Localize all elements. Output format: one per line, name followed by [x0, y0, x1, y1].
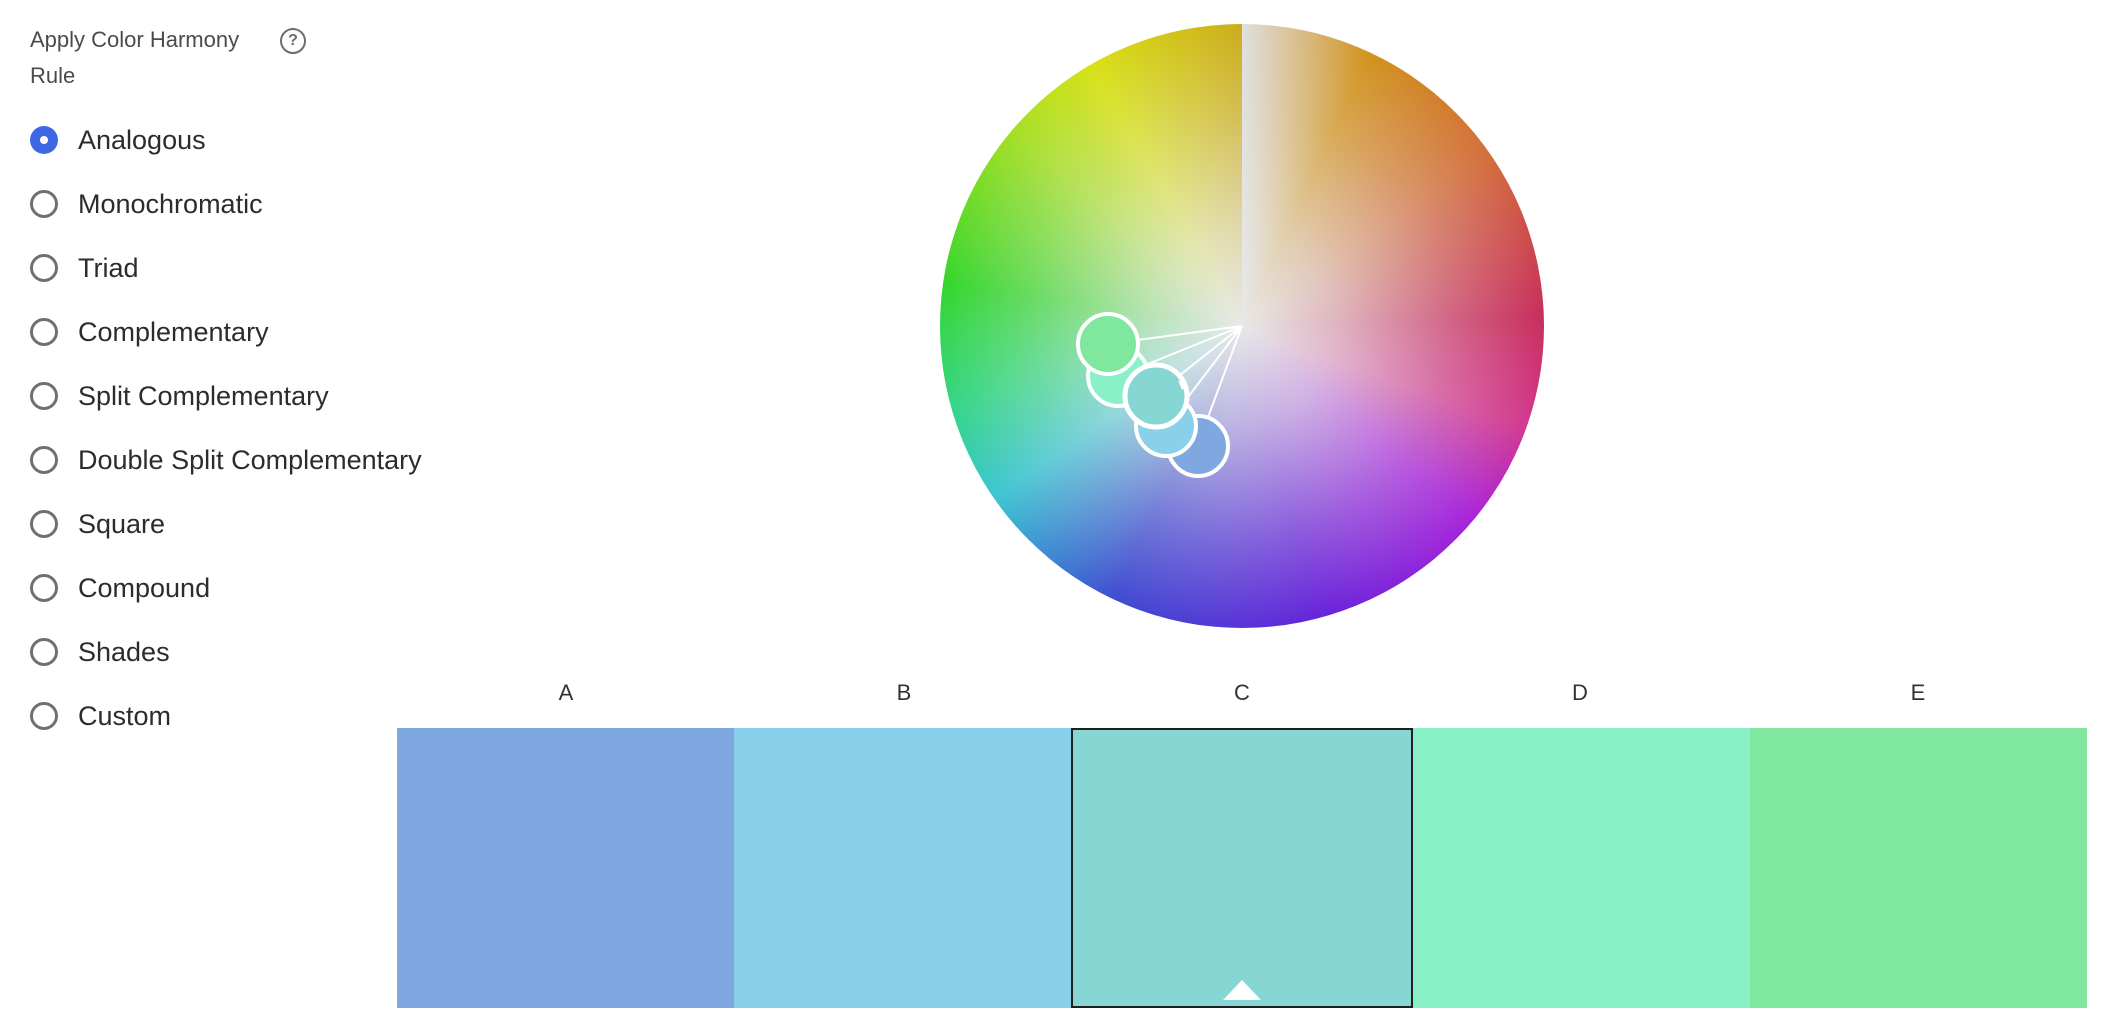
swatch-d[interactable] — [1412, 728, 1750, 1008]
harmony-handles — [1076, 312, 1243, 478]
panel-title: Apply Color Harmony Rule — [30, 27, 240, 88]
radio-icon[interactable] — [30, 638, 58, 666]
radio-icon[interactable] — [30, 254, 58, 282]
rule-option-complementary[interactable]: Complementary — [30, 318, 422, 382]
rule-option-split-complementary[interactable]: Split Complementary — [30, 382, 422, 446]
radio-icon[interactable] — [30, 510, 58, 538]
rule-label: Analogous — [78, 125, 206, 155]
swatch-a[interactable] — [397, 728, 735, 1008]
rule-label: Complementary — [78, 317, 269, 347]
radio-icon[interactable] — [30, 382, 58, 410]
rule-option-triad[interactable]: Triad — [30, 254, 422, 318]
swatch-c[interactable] — [1071, 728, 1413, 1008]
rule-option-compound[interactable]: Compound — [30, 574, 422, 638]
rule-option-analogous[interactable]: Analogous — [30, 126, 422, 190]
swatch-label-c: C — [1234, 680, 1250, 705]
handle-e[interactable] — [1076, 312, 1140, 376]
rule-label: Triad — [78, 253, 139, 283]
swatch-b[interactable] — [734, 728, 1072, 1008]
rule-label: Monochromatic — [78, 189, 263, 219]
rule-option-monochromatic[interactable]: Monochromatic — [30, 190, 422, 254]
swatch-e[interactable] — [1749, 728, 2088, 1008]
swatch-label-e: E — [1910, 680, 1926, 705]
rule-label: Shades — [78, 637, 170, 667]
rule-option-double-split-complementary[interactable]: Double Split Complementary — [30, 446, 422, 510]
swatch-label-b: B — [896, 680, 912, 705]
swatch-row — [397, 728, 2088, 1008]
rule-label: Compound — [78, 573, 211, 603]
color-harmony-editor: Apply Color Harmony Rule ? Analogous Mon… — [0, 0, 2102, 1034]
rule-label: Double Split Complementary — [78, 445, 422, 475]
radio-icon[interactable] — [30, 190, 58, 218]
question-circle-icon[interactable]: ? — [280, 28, 306, 54]
harmony-rule-panel: Apply Color Harmony Rule ? Analogous Mon… — [30, 22, 430, 730]
swatch-label-a: A — [558, 680, 574, 705]
harmony-rule-list: Analogous Monochromatic Triad Complement… — [30, 126, 422, 766]
rule-option-shades[interactable]: Shades — [30, 638, 422, 702]
panel-header: Apply Color Harmony Rule ? — [30, 22, 320, 94]
radio-selected-icon[interactable] — [30, 126, 58, 154]
color-wheel[interactable] — [940, 24, 1544, 628]
radio-icon[interactable] — [30, 702, 58, 730]
rule-option-custom[interactable]: Custom — [30, 702, 422, 766]
radio-icon[interactable] — [30, 574, 58, 602]
handle-c-base-active[interactable] — [1122, 362, 1190, 430]
rule-label: Square — [78, 509, 166, 539]
rule-label: Custom — [78, 701, 172, 731]
rule-label: Split Complementary — [78, 381, 329, 411]
swatch-label-d: D — [1572, 680, 1588, 705]
radio-icon[interactable] — [30, 446, 58, 474]
swatch-labels: A B C D E — [397, 680, 2087, 710]
base-color-triangle-icon — [1223, 980, 1261, 1000]
radio-icon[interactable] — [30, 318, 58, 346]
rule-option-square[interactable]: Square — [30, 510, 422, 574]
